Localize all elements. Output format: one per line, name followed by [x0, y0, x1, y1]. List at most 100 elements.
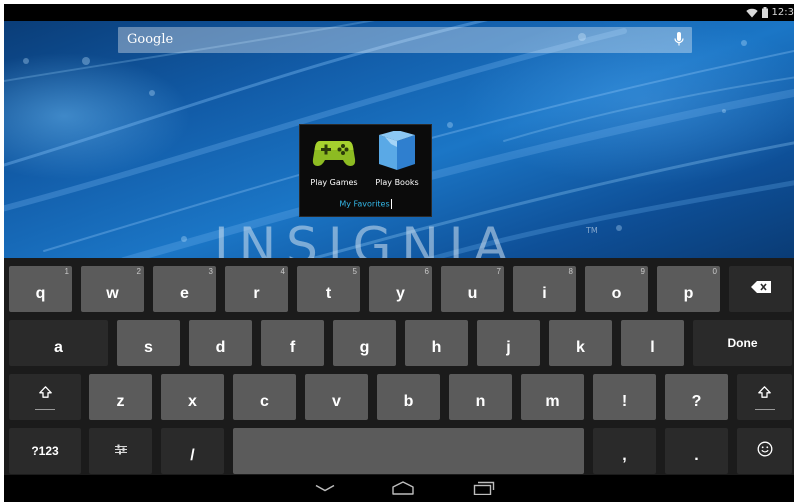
key-j[interactable]: j [477, 320, 540, 366]
search-label: Google [127, 32, 174, 47]
key-hint: 9 [640, 267, 645, 276]
key-label: l [650, 339, 655, 356]
key-hint: 1 [64, 267, 69, 276]
key-label: k [576, 339, 585, 356]
app-label: Play Books [375, 178, 419, 187]
key-n[interactable]: n [449, 374, 512, 420]
key-hint: 8 [568, 267, 573, 276]
shift-key-right[interactable] [737, 374, 792, 420]
key-g[interactable]: g [333, 320, 396, 366]
key-u[interactable]: 7u [441, 266, 504, 312]
shift-key-left[interactable] [9, 374, 81, 420]
hide-keyboard-icon[interactable] [315, 484, 335, 492]
key-period[interactable]: . [665, 428, 728, 474]
key-t[interactable]: 5t [297, 266, 360, 312]
key-b[interactable]: b [377, 374, 440, 420]
key-label: x [188, 393, 197, 410]
google-search-bar[interactable]: Google [118, 27, 692, 53]
key-i[interactable]: 8i [513, 266, 576, 312]
key-w[interactable]: 2w [81, 266, 144, 312]
trademark-symbol: TM [586, 226, 598, 235]
key-f[interactable]: f [261, 320, 324, 366]
play-games-icon [312, 141, 356, 175]
shift-icon [38, 385, 52, 403]
device-screen: 12:3 INSIGNIA TM Google Play Games Play … [4, 4, 794, 502]
app-folder-popup: Play Games Play Books My Favorites [299, 124, 432, 217]
folder-name-field[interactable]: My Favorites [300, 199, 431, 209]
shift-icon [758, 385, 771, 403]
spacebar[interactable] [233, 428, 584, 474]
key-label: g [359, 339, 370, 356]
key-label: s [144, 339, 153, 356]
key-label: w [106, 285, 119, 302]
key-y[interactable]: 6y [369, 266, 432, 312]
text-cursor [390, 199, 392, 209]
key-a[interactable]: a [9, 320, 108, 366]
key-label: z [116, 393, 125, 410]
key-k[interactable]: k [549, 320, 612, 366]
key-c[interactable]: c [233, 374, 296, 420]
key-label: d [215, 339, 226, 356]
clock: 12:3 [771, 7, 794, 18]
home-icon[interactable] [391, 481, 415, 495]
key-v[interactable]: v [305, 374, 368, 420]
key-r[interactable]: 4r [225, 266, 288, 312]
key-label: y [396, 285, 405, 302]
key-hint: 3 [208, 267, 213, 276]
key-label: u [467, 285, 478, 302]
key-label: n [475, 393, 486, 410]
emoji-key[interactable] [737, 428, 792, 474]
key-m[interactable]: m [521, 374, 584, 420]
backspace-icon [750, 280, 771, 298]
key-label: p [683, 285, 694, 302]
key-label: b [403, 393, 414, 410]
key-label: f [289, 339, 296, 356]
emoji-icon [757, 441, 773, 462]
battery-icon [761, 7, 768, 18]
key-label: q [35, 285, 46, 302]
mic-icon[interactable] [674, 32, 684, 51]
wifi-icon [745, 8, 758, 18]
key-label: ? [691, 393, 702, 410]
key-label: v [332, 393, 341, 410]
key-label: . [694, 447, 699, 464]
key-label: h [431, 339, 442, 356]
key-label: m [545, 393, 560, 410]
app-label: Play Games [310, 178, 358, 187]
key-label: o [611, 285, 622, 302]
key-label: j [506, 339, 511, 356]
settings-icon [114, 442, 127, 460]
key-question[interactable]: ? [665, 374, 728, 420]
key-hint: 0 [712, 267, 717, 276]
app-play-games[interactable]: Play Games [309, 131, 359, 187]
key-label: c [260, 393, 269, 410]
soft-keyboard: 1q 2w 3e 4r 5t 6y 7u 8i 9o 0p a s d f g … [4, 258, 794, 475]
app-play-books[interactable]: Play Books [372, 130, 422, 187]
key-l[interactable]: l [621, 320, 684, 366]
key-label: / [190, 447, 195, 464]
done-key-label: Done [727, 336, 758, 350]
key-exclamation[interactable]: ! [593, 374, 656, 420]
shift-indicator [754, 408, 775, 410]
key-p[interactable]: 0p [657, 266, 720, 312]
keyboard-settings-key[interactable] [89, 428, 152, 474]
key-x[interactable]: x [161, 374, 224, 420]
key-z[interactable]: z [89, 374, 152, 420]
folder-name-text: My Favorites [339, 199, 390, 209]
key-label: e [180, 285, 189, 302]
play-books-icon [375, 130, 419, 175]
key-e[interactable]: 3e [153, 266, 216, 312]
key-label: , [622, 447, 627, 464]
key-o[interactable]: 9o [585, 266, 648, 312]
recent-apps-icon[interactable] [473, 481, 495, 495]
key-hint: 7 [496, 267, 501, 276]
key-q[interactable]: 1q [9, 266, 72, 312]
key-d[interactable]: d [189, 320, 252, 366]
backspace-key[interactable] [729, 266, 792, 312]
done-key[interactable]: Done [693, 320, 792, 366]
key-comma[interactable]: , [593, 428, 656, 474]
key-h[interactable]: h [405, 320, 468, 366]
key-slash[interactable]: / [161, 428, 224, 474]
key-s[interactable]: s [117, 320, 180, 366]
symbols-key[interactable]: ?123 [9, 428, 81, 474]
